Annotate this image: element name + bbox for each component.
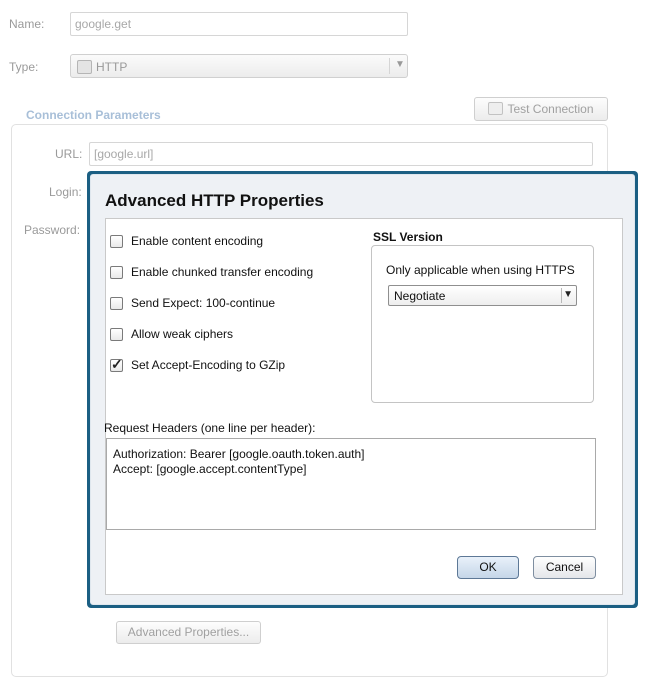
type-label: Type: <box>9 60 39 74</box>
ok-button[interactable]: OK <box>457 556 519 579</box>
test-connection-label: Test Connection <box>507 102 594 116</box>
checkbox-box[interactable] <box>110 234 123 248</box>
header-line: Authorization: Bearer [google.oauth.toke… <box>113 447 365 461</box>
checkbox-box[interactable] <box>110 265 123 279</box>
checkbox-box[interactable] <box>110 296 123 310</box>
dialog-body: Advanced HTTP Properties Enable content … <box>90 174 635 605</box>
type-select-value: HTTP <box>96 60 128 74</box>
dialog-title: Advanced HTTP Properties <box>105 191 324 210</box>
ssl-version-group: Only applicable when using HTTPS Negotia… <box>371 245 594 403</box>
request-headers-label: Request Headers (one line per header): <box>104 421 316 435</box>
name-input[interactable]: google.get <box>70 12 408 36</box>
ssl-note: Only applicable when using HTTPS <box>386 263 575 277</box>
checkbox-label: Send Expect: 100-continue <box>131 296 276 310</box>
checkmark-icon: ✓ <box>111 355 123 372</box>
connection-section-title: Connection Parameters <box>26 108 161 122</box>
url-input[interactable]: [google.url] <box>89 142 593 166</box>
login-label: Login: <box>49 185 82 199</box>
ssl-version-select[interactable]: Negotiate ▼ <box>388 285 577 306</box>
enable-content-encoding-checkbox[interactable]: Enable content encoding <box>110 233 263 249</box>
ssl-version-value: Negotiate <box>394 289 446 303</box>
test-connection-button[interactable]: Test Connection <box>474 97 608 121</box>
send-expect-checkbox[interactable]: Send Expect: 100-continue <box>110 295 275 311</box>
accept-encoding-gzip-checkbox[interactable]: ✓ Set Accept-Encoding to GZip <box>110 355 286 373</box>
allow-weak-ciphers-checkbox[interactable]: Allow weak ciphers <box>110 326 233 342</box>
checkbox-label: Enable content encoding <box>131 234 264 248</box>
url-label: URL: <box>55 147 83 161</box>
header-line: Accept: [google.accept.contentType] <box>113 462 307 476</box>
chevron-down-icon: ▼ <box>395 59 405 70</box>
request-headers-textarea[interactable]: Authorization: Bearer [google.oauth.toke… <box>106 438 596 530</box>
name-label: Name: <box>9 17 45 31</box>
test-connection-icon <box>488 102 504 115</box>
cancel-button[interactable]: Cancel <box>533 556 596 579</box>
http-icon <box>77 60 92 74</box>
checkbox-label: Allow weak ciphers <box>131 327 234 341</box>
advanced-http-dialog: Advanced HTTP Properties Enable content … <box>87 171 638 608</box>
chevron-down-icon: ▼ <box>563 289 573 300</box>
type-select[interactable]: HTTP ▼ <box>70 54 408 78</box>
dialog-content-panel: Enable content encoding Enable chunked t… <box>104 218 623 595</box>
checkbox-box[interactable] <box>110 327 123 341</box>
ssl-version-title: SSL Version <box>373 230 443 244</box>
enable-chunked-transfer-checkbox[interactable]: Enable chunked transfer encoding <box>110 264 313 280</box>
advanced-properties-button[interactable]: Advanced Properties... <box>116 621 261 644</box>
password-label: Password: <box>24 223 81 237</box>
checkbox-label: Enable chunked transfer encoding <box>131 265 314 279</box>
checkbox-label: Set Accept-Encoding to GZip <box>131 358 286 372</box>
checkbox-box[interactable]: ✓ <box>110 355 123 372</box>
